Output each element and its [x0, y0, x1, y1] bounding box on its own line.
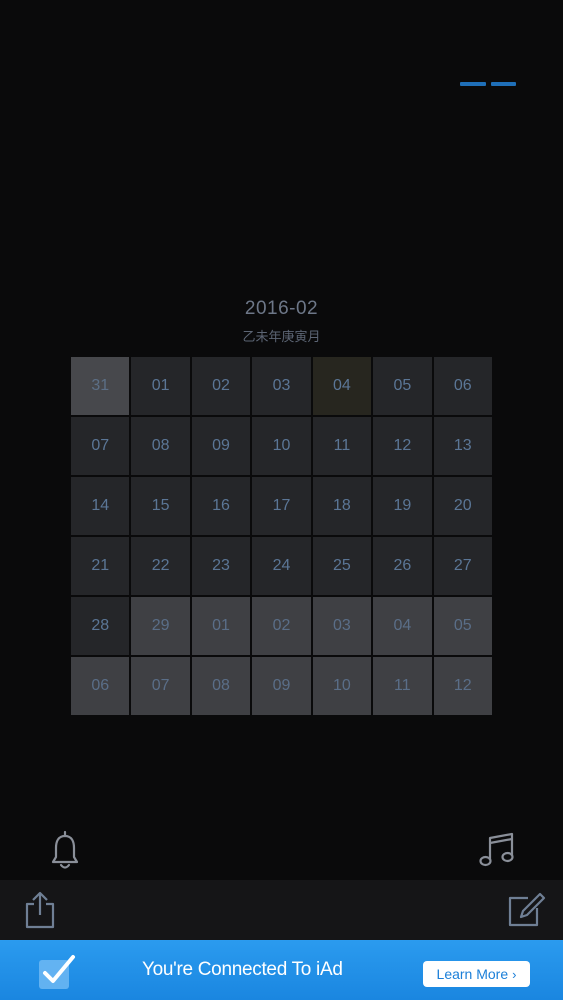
- calendar-day-cell[interactable]: 20: [433, 477, 492, 535]
- calendar-day-cell[interactable]: 16: [191, 477, 251, 535]
- calendar-day-cell[interactable]: 01: [131, 357, 190, 415]
- month-title: 2016-02: [244, 298, 319, 319]
- calendar-day-cell[interactable]: 02: [252, 597, 311, 655]
- calendar-day-cell[interactable]: 07: [71, 417, 130, 475]
- calendar-day-cell[interactable]: 10: [252, 417, 311, 475]
- checkmark-icon: [39, 955, 75, 989]
- calendar-day-cell[interactable]: 02: [191, 357, 251, 415]
- bottom-toolbar: [0, 880, 563, 940]
- calendar-grid: 31 01 02 03 04 05 06 07 08 09 10 11 12 13 14 15 16 17 18 19…: [71, 357, 492, 715]
- calendar-day-cell[interactable]: 04: [312, 357, 372, 415]
- calendar-day-cell[interactable]: 11: [373, 657, 432, 715]
- chevron-right-icon: ›: [512, 966, 517, 982]
- menu-dash-right: [490, 82, 516, 86]
- edit-icon[interactable]: [506, 892, 546, 928]
- calendar-day-cell[interactable]: 01: [191, 597, 251, 655]
- calendar-day-cell[interactable]: 12: [433, 657, 492, 715]
- calendar-day-cell[interactable]: 28: [71, 597, 130, 655]
- calendar-day-cell[interactable]: 17: [252, 477, 311, 535]
- share-icon[interactable]: [22, 890, 58, 930]
- calendar-day-cell[interactable]: 21: [71, 537, 130, 595]
- calendar-day-cell[interactable]: 22: [131, 537, 190, 595]
- calendar-day-cell[interactable]: 08: [191, 657, 251, 715]
- calendar-day-cell[interactable]: 24: [252, 537, 311, 595]
- calendar-day-cell[interactable]: 26: [373, 537, 432, 595]
- calendar-day-cell[interactable]: 10: [312, 657, 372, 715]
- calendar-day-cell[interactable]: 09: [191, 417, 251, 475]
- music-note-icon[interactable]: [478, 830, 516, 872]
- calendar-day-cell[interactable]: 27: [433, 537, 492, 595]
- calendar-day-cell[interactable]: 09: [252, 657, 311, 715]
- calendar-day-cell[interactable]: 03: [252, 357, 311, 415]
- calendar-header: 2016-02 乙未年庚寅月: [0, 298, 563, 345]
- calendar-day-cell[interactable]: 04: [373, 597, 432, 655]
- bell-icon[interactable]: [48, 830, 82, 872]
- learn-more-button[interactable]: Learn More ›: [423, 961, 530, 987]
- ad-message: You're Connected To iAd: [142, 959, 343, 980]
- calendar-day-cell[interactable]: 14: [71, 477, 130, 535]
- calendar-day-cell[interactable]: 06: [433, 357, 492, 415]
- learn-more-label: Learn More: [436, 966, 509, 982]
- calendar-day-cell[interactable]: 13: [433, 417, 492, 475]
- bottom-icon-row: [0, 830, 563, 874]
- calendar-day-cell[interactable]: 05: [433, 597, 492, 655]
- calendar-day-cell[interactable]: 15: [131, 477, 190, 535]
- calendar-day-cell[interactable]: 11: [312, 417, 372, 475]
- lunar-date-title: 乙未年庚寅月: [242, 329, 321, 344]
- calendar-day-cell[interactable]: 03: [312, 597, 372, 655]
- iad-banner[interactable]: You're Connected To iAd Learn More ›: [0, 940, 563, 1000]
- calendar-day-cell[interactable]: 23: [191, 537, 251, 595]
- calendar-day-cell[interactable]: 06: [71, 657, 130, 715]
- calendar-day-cell[interactable]: 25: [312, 537, 372, 595]
- calendar-day-cell[interactable]: 07: [131, 657, 190, 715]
- calendar-day-cell[interactable]: 12: [373, 417, 432, 475]
- calendar-day-cell[interactable]: 19: [373, 477, 432, 535]
- calendar-day-cell[interactable]: 29: [131, 597, 190, 655]
- calendar-day-cell[interactable]: 31: [71, 357, 130, 415]
- calendar-day-cell[interactable]: 18: [312, 477, 372, 535]
- calendar-day-cell[interactable]: 08: [131, 417, 190, 475]
- menu-dash-left: [460, 82, 486, 86]
- menu-dashes-icon[interactable]: [460, 82, 516, 88]
- calendar-day-cell[interactable]: 05: [373, 357, 432, 415]
